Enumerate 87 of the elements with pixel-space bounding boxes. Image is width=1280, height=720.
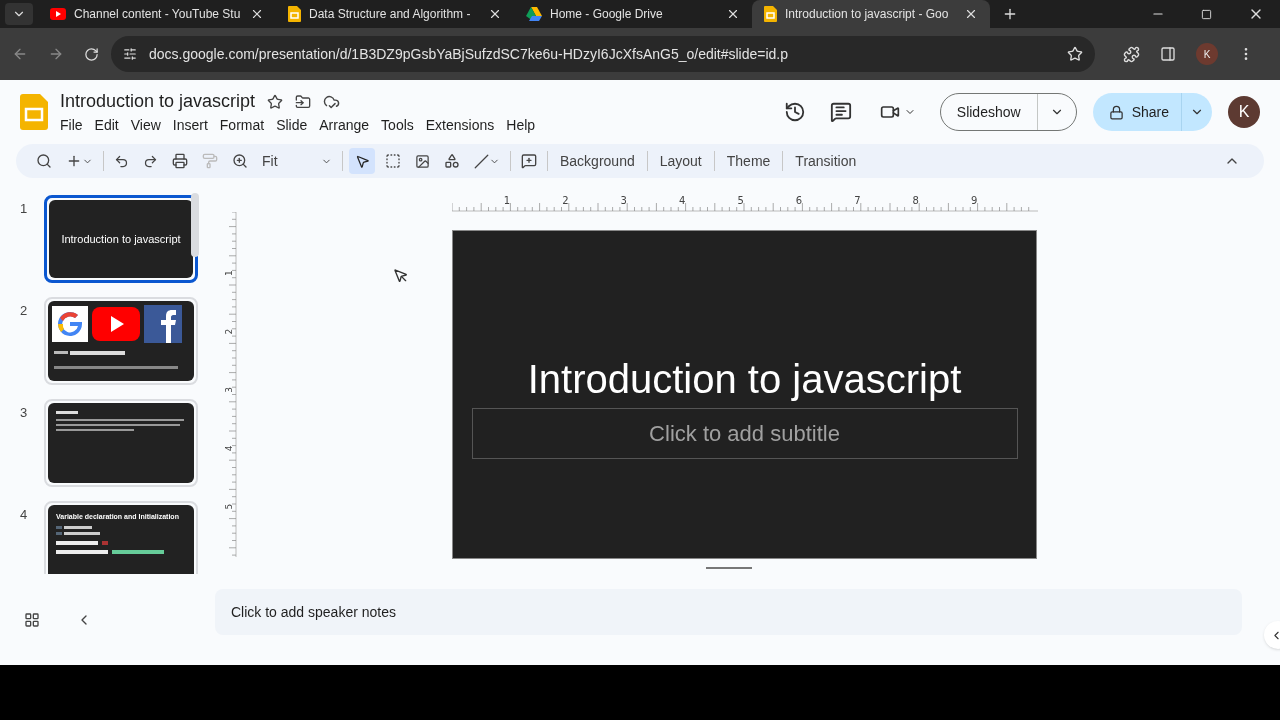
close-icon <box>250 7 264 21</box>
toolbar-action-button[interactable]: Theme <box>720 150 777 172</box>
subtitle-placeholder[interactable]: Click to add subtitle <box>471 408 1018 459</box>
redo-icon <box>143 153 158 169</box>
comment-icon <box>829 101 852 123</box>
search-icon <box>36 153 52 169</box>
horizontal-ruler: 1 2 3 4 5 6 7 8 9 <box>452 194 1038 212</box>
zoom-icon <box>232 153 248 169</box>
plus-icon <box>66 153 82 169</box>
toolbar-action-button[interactable]: Transition <box>789 150 863 172</box>
vertical-ruler: 1 2 3 4 5 <box>223 212 237 558</box>
select-tool-button[interactable] <box>349 148 375 174</box>
slide-title[interactable]: Introduction to javascript <box>527 356 962 402</box>
image-icon <box>415 153 430 169</box>
menu-item[interactable]: Extensions <box>419 115 501 136</box>
toolbar-action-button[interactable]: Layout <box>653 150 708 172</box>
extensions-icon <box>1123 45 1140 63</box>
slides-logo-icon <box>764 6 777 22</box>
browser-tab[interactable]: Home - Google Drive <box>514 0 752 28</box>
resize-handle[interactable] <box>706 567 752 569</box>
speaker-notes-field[interactable]: Click to add speaker notes <box>215 589 1242 635</box>
menu-item[interactable]: Tools <box>375 115 420 136</box>
scrollbar[interactable] <box>191 193 199 257</box>
undo-icon <box>114 153 129 169</box>
url-text: docs.google.com/presentation/d/1B3DZ9pGsbYaBjSufzdSC7ke6u-HDzyI6JcXfsAnG5_o/edit#slide=id.p <box>149 44 790 64</box>
triangle-logo-icon <box>526 7 542 21</box>
star-icon <box>267 93 284 110</box>
color-g-logo-icon <box>52 306 88 342</box>
address-bar[interactable]: docs.google.com/presentation/d/1B3DZ9pGsbYaBjSufzdSC7ke6u-HDzyI6JcXfsAnG5_o/edit#slide=id.p <box>111 36 1095 72</box>
close-icon <box>488 7 502 21</box>
tab-title: Home - Google Drive <box>550 6 664 23</box>
slide-number: 4 <box>20 506 29 524</box>
play-logo-icon <box>50 8 66 20</box>
slides-logo-icon <box>288 6 301 22</box>
browser-tab[interactable]: Data Structure and Algorithm - <box>276 0 514 28</box>
browser-tab[interactable]: Channel content - YouTube Stu <box>38 0 276 28</box>
square-logo-icon <box>144 305 182 343</box>
star-icon <box>1067 46 1083 62</box>
menu-item[interactable]: File <box>60 115 89 136</box>
reload-icon <box>84 46 99 62</box>
side-panel-icon <box>1160 46 1176 62</box>
menu-item[interactable]: Edit <box>88 115 125 136</box>
slide-thumbnail[interactable] <box>44 297 198 385</box>
toolbar-action-button[interactable]: Background <box>554 150 641 172</box>
menu-item[interactable]: Help <box>500 115 542 136</box>
close-icon <box>964 7 978 21</box>
slide-number: 3 <box>20 404 29 422</box>
lock-icon <box>1108 104 1124 120</box>
mouse-cursor-icon <box>393 268 409 284</box>
move-folder-icon <box>295 93 312 110</box>
tab-title: Data Structure and Algorithm - <box>309 6 472 23</box>
line-icon <box>474 153 489 169</box>
add-comment-icon <box>521 153 537 169</box>
menu-item[interactable]: Slide <box>270 115 314 136</box>
slide-thumbnail[interactable] <box>44 399 198 487</box>
slide-number: 2 <box>20 302 29 320</box>
slide-number: 1 <box>20 200 29 218</box>
shapes-icon <box>444 153 460 169</box>
menu-item[interactable]: Format <box>213 115 271 136</box>
back-icon <box>12 46 28 62</box>
document-title[interactable]: Introduction to javascript <box>60 88 256 115</box>
zoom-select[interactable]: Fit <box>258 150 336 172</box>
browser-tab[interactable]: Introduction to javascript - Goo <box>752 0 990 28</box>
tab-list-button[interactable] <box>5 3 33 25</box>
tab-title: Introduction to javascript - Goo <box>785 6 950 23</box>
site-settings-icon <box>123 47 137 61</box>
print-icon <box>172 153 188 169</box>
text-box-icon <box>385 153 401 169</box>
profile-avatar[interactable]: K <box>1196 43 1218 65</box>
thumbnail-title: Introduction to javascript <box>61 231 181 247</box>
restore-icon <box>1201 8 1212 20</box>
new-tab-icon <box>1002 6 1018 22</box>
slide-thumbnail[interactable]: Introduction to javascript <box>44 195 198 283</box>
history-icon <box>783 101 806 123</box>
cloud-check-icon <box>323 93 341 110</box>
menu-item[interactable]: Arrange <box>313 115 376 136</box>
play-logo-icon <box>92 307 140 341</box>
close-icon <box>726 7 740 21</box>
pointer-icon <box>354 153 370 169</box>
account-avatar[interactable]: K <box>1228 96 1260 128</box>
forward-icon <box>48 46 64 62</box>
tab-title: Channel content - YouTube Stu <box>74 6 242 23</box>
paint-roller-icon <box>202 153 218 169</box>
menu-item[interactable]: View <box>124 115 167 136</box>
slide-canvas[interactable]: Introduction to javascript Click to add subtitle <box>452 230 1037 559</box>
grid-view-icon <box>24 611 40 628</box>
menu-item[interactable]: Insert <box>166 115 214 136</box>
